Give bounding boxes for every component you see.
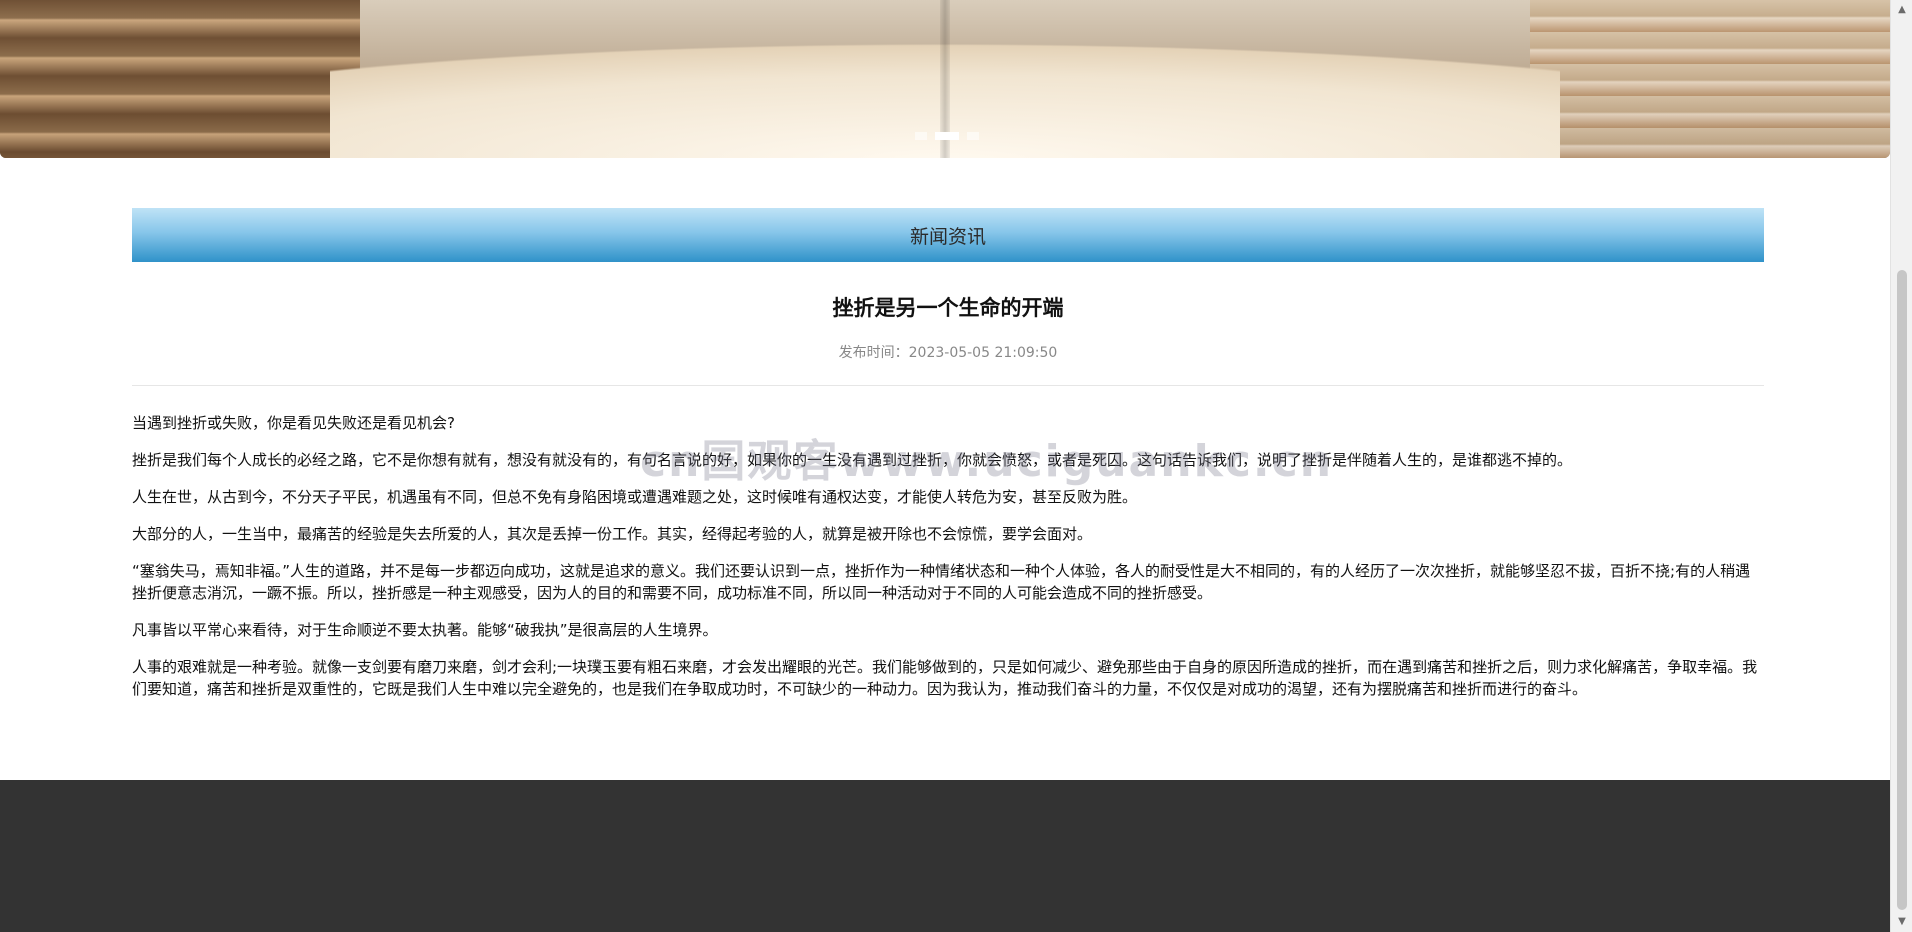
article: 挫折是另一个生命的开端 发布时间：2023-05-05 21:09:50 当遇到… bbox=[132, 292, 1764, 715]
section-header-news: 新闻资讯 bbox=[132, 208, 1764, 262]
article-publish-time: 发布时间：2023-05-05 21:09:50 bbox=[838, 345, 1058, 361]
carousel-dot-2[interactable] bbox=[935, 132, 959, 140]
article-paragraph: 人生在世，从古到今，不分天子平民，机遇虽有不同，但总不免有身陷困境或遭遇难题之处… bbox=[132, 488, 1138, 506]
article-paragraph: “塞翁失马，焉知非福。”人生的道路，并不是每一步都迈向成功，这就是追求的意义。我… bbox=[132, 562, 1751, 602]
carousel-dots bbox=[915, 132, 979, 140]
section-title: 新闻资讯 bbox=[909, 225, 986, 248]
article-paragraph: 凡事皆以平常心来看待，对于生命顺逆不要太执著。能够“破我执”是很高层的人生境界。 bbox=[132, 621, 718, 639]
article-paragraph: 人事的艰难就是一种考验。就像一支剑要有磨刀来磨，剑才会利;一块璞玉要有粗石来磨，… bbox=[132, 658, 1758, 698]
scroll-up-icon[interactable]: ▲ bbox=[1896, 4, 1908, 16]
banner-image-right-books bbox=[1530, 0, 1890, 158]
page-footer bbox=[0, 780, 1890, 932]
hero-banner bbox=[0, 0, 1890, 158]
article-paragraph: 大部分的人，一生当中，最痛苦的经验是失去所爱的人，其次是丢掉一份工作。其实，经得… bbox=[132, 525, 1093, 543]
carousel-dot-3[interactable] bbox=[967, 132, 979, 140]
article-title: 挫折是另一个生命的开端 bbox=[832, 296, 1064, 320]
banner-image-left-books bbox=[0, 0, 360, 158]
vertical-scrollbar[interactable]: ▲ ▼ bbox=[1890, 0, 1912, 932]
site-watermark: cn国观客www.uciguankc.cn bbox=[640, 436, 1334, 487]
article-divider bbox=[132, 385, 1764, 386]
carousel-dot-1[interactable] bbox=[915, 132, 927, 140]
scroll-down-icon[interactable]: ▼ bbox=[1896, 916, 1908, 928]
scrollbar-thumb[interactable] bbox=[1897, 270, 1907, 910]
